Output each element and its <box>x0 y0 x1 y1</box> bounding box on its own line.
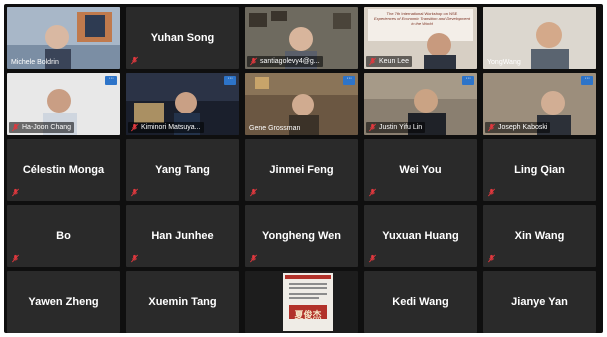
mic-muted-icon <box>130 188 139 197</box>
participant-name: Xuemin Tang <box>148 296 217 308</box>
participant-name: Michele Boldrin <box>11 59 59 66</box>
mic-muted-icon <box>487 188 496 197</box>
poster-caption: 夏俊杰 <box>294 311 322 321</box>
participant-tile[interactable]: Yongheng Wen <box>245 205 358 267</box>
participant-name: Kiminori Matsuya... <box>141 124 201 131</box>
participant-name: Keun Lee <box>379 58 409 65</box>
participant-name-label: Keun Lee <box>366 56 412 67</box>
mic-muted-icon <box>368 188 377 197</box>
participant-tile[interactable]: Yang Tang <box>126 139 239 201</box>
mic-muted-icon <box>249 254 258 263</box>
participant-name: Wei You <box>399 164 442 176</box>
participant-tile[interactable]: Xin Wang <box>483 205 596 267</box>
mic-muted-icon <box>11 123 20 132</box>
participant-name-label: Kiminori Matsuya... <box>128 122 204 133</box>
participant-name-label: Michele Boldrin <box>9 58 62 67</box>
participant-name: Bo <box>56 230 71 242</box>
mic-muted-icon <box>487 254 496 263</box>
participant-name: santiagolevy4@g... <box>260 58 320 65</box>
participant-name: Kedi Wang <box>392 296 449 308</box>
participant-name-label: YongWang <box>485 58 524 67</box>
participant-tile[interactable]: 夏俊杰 <box>245 271 358 333</box>
participant-tile[interactable]: Célestin Monga <box>7 139 120 201</box>
participant-name-label: santiagolevy4@g... <box>247 56 323 67</box>
slide-text: The 7th International Workshop on NSE Ex… <box>372 11 472 26</box>
slide-subheading: Experiences of Economic Transition and D… <box>374 16 470 26</box>
participant-name: Yawen Zheng <box>28 296 99 308</box>
participant-name: Yang Tang <box>155 164 210 176</box>
participant-tile[interactable]: ··· Ha-Joon Chang <box>7 73 120 135</box>
participant-tile[interactable]: santiagolevy4@g... <box>245 7 358 69</box>
participant-name: Yuxuan Huang <box>382 230 459 242</box>
participant-tile[interactable]: The 7th International Workshop on NSE Ex… <box>364 7 477 69</box>
participant-tile[interactable]: Yawen Zheng <box>7 271 120 333</box>
mic-muted-icon <box>368 123 377 132</box>
more-options-icon[interactable]: ··· <box>462 75 474 85</box>
participant-tile[interactable]: ··· Justin Yifu Lin <box>364 73 477 135</box>
participant-name: Gene Grossman <box>249 125 301 132</box>
participant-tile[interactable]: Han Junhee <box>126 205 239 267</box>
participant-name: Jianye Yan <box>511 296 568 308</box>
participant-name: Xin Wang <box>514 230 565 242</box>
participant-name: Jinmei Feng <box>269 164 334 176</box>
participant-name: Joseph Kaboski <box>498 124 548 131</box>
poster-image <box>283 273 333 331</box>
participant-name-label: Ha-Joon Chang <box>9 122 75 133</box>
participant-name: Célestin Monga <box>22 164 105 176</box>
mic-muted-icon <box>487 123 496 132</box>
more-options-icon[interactable]: ··· <box>224 75 236 85</box>
participant-name: YongWang <box>487 59 521 66</box>
participant-tile[interactable]: Jinmei Feng <box>245 139 358 201</box>
participant-tile[interactable]: Yuhan Song <box>126 7 239 69</box>
mic-muted-icon <box>368 57 377 66</box>
mic-muted-icon <box>368 254 377 263</box>
mic-muted-icon <box>130 254 139 263</box>
more-options-icon[interactable]: ··· <box>581 75 593 85</box>
participant-name: Han Junhee <box>151 230 214 242</box>
participant-name: Yongheng Wen <box>261 230 342 242</box>
more-options-icon[interactable]: ··· <box>343 75 355 85</box>
participant-name-label: Gene Grossman <box>247 124 303 133</box>
participant-tile[interactable]: ··· Gene Grossman <box>245 73 358 135</box>
gallery-view: Michele Boldrin Yuhan Song santiagolevy4… <box>4 4 603 333</box>
participant-tile-active-speaker[interactable]: YongWang <box>483 7 596 69</box>
participant-name: Ling Qian <box>514 164 565 176</box>
participant-tile[interactable]: Wei You <box>364 139 477 201</box>
participant-tile[interactable]: Bo <box>7 205 120 267</box>
participant-tile[interactable]: Jianye Yan <box>483 271 596 333</box>
mic-muted-icon <box>249 188 258 197</box>
participant-name-label: Joseph Kaboski <box>485 122 551 133</box>
mic-muted-icon <box>130 56 139 65</box>
participant-tile[interactable]: Yuxuan Huang <box>364 205 477 267</box>
mic-muted-icon <box>249 57 258 66</box>
participant-name-label: Justin Yifu Lin <box>366 122 426 133</box>
participant-name: Justin Yifu Lin <box>379 124 423 131</box>
participant-tile[interactable]: Ling Qian <box>483 139 596 201</box>
participant-tile[interactable]: Michele Boldrin <box>7 7 120 69</box>
participant-tile[interactable]: ··· Joseph Kaboski <box>483 73 596 135</box>
mic-muted-icon <box>11 254 20 263</box>
mic-muted-icon <box>130 123 139 132</box>
more-options-icon[interactable]: ··· <box>105 75 117 85</box>
participant-name: Yuhan Song <box>150 32 215 44</box>
participant-name: Ha-Joon Chang <box>22 124 72 131</box>
participant-tile[interactable]: Xuemin Tang <box>126 271 239 333</box>
mic-muted-icon <box>11 188 20 197</box>
participant-tile[interactable]: Kedi Wang <box>364 271 477 333</box>
participant-tile[interactable]: ··· Kiminori Matsuya... <box>126 73 239 135</box>
